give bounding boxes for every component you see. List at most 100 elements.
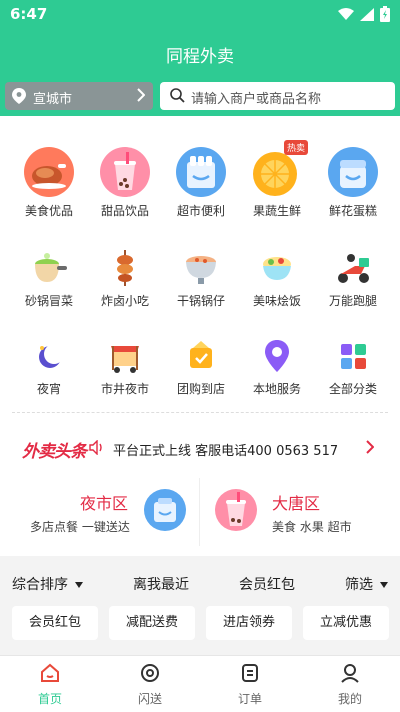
bubble-tea-icon — [215, 489, 257, 531]
tab-orders[interactable]: 订单 — [220, 662, 280, 707]
app-header: 6:47 同程外卖 宣城市 请输入商户或商品名称 — [0, 0, 400, 116]
category-item-claypot[interactable]: 砂锅冒菜 — [11, 248, 87, 309]
category-item-fruit[interactable]: 果蔬生鲜 热卖 — [239, 140, 315, 219]
chevron-right-icon — [137, 88, 145, 102]
city-name: 宣城市 — [33, 92, 73, 107]
tab-label: 首页 — [37, 692, 62, 706]
promo-subtitle: 美食 水果 超市 — [272, 520, 352, 534]
bubble-tea-icon — [100, 147, 150, 197]
tab-profile[interactable]: 我的 — [320, 662, 380, 707]
dry-pot-icon — [186, 256, 216, 284]
category-label: 超市便利 — [176, 204, 225, 218]
search-input[interactable]: 请输入商户或商品名称 — [160, 82, 395, 110]
category-item-rice[interactable]: 美味烩饭 — [239, 248, 315, 309]
category-label: 果蔬生鲜 — [252, 204, 301, 218]
category-label: 夜宵 — [36, 382, 61, 396]
category-item-errand[interactable]: 万能跑腿 — [315, 248, 391, 309]
category-label: 炸卤小吃 — [100, 294, 149, 308]
promo-night-market[interactable]: 夜市区 多店点餐 一键送达 — [0, 474, 200, 552]
grid-icon — [341, 344, 366, 369]
supermarket-icon — [176, 147, 226, 197]
category-label: 鲜花蛋糕 — [328, 204, 377, 218]
profile-icon — [341, 664, 359, 683]
order-icon — [242, 664, 258, 682]
skewer-icon — [117, 250, 133, 286]
sort-nearest[interactable]: 离我最近 — [133, 574, 189, 594]
shopping-bag-icon — [144, 489, 186, 531]
category-item-supermarket[interactable]: 超市便利 — [163, 146, 239, 219]
tab-flash-delivery[interactable]: 闪送 — [120, 662, 180, 707]
sort-label: 综合排序 — [12, 577, 68, 593]
promo-title: 夜市区 — [80, 494, 129, 513]
category-item-all[interactable]: 全部分类 — [315, 336, 391, 397]
news-ticker[interactable]: 外卖头条 平台正式上线 客服电话400 0563 517 — [0, 429, 400, 469]
bottom-tab-bar: 首页 闪送 订单 我的 — [0, 655, 400, 712]
category-label: 甜品饮品 — [100, 204, 149, 218]
wifi-icon — [338, 8, 354, 20]
category-item-fried[interactable]: 炸卤小吃 — [87, 248, 163, 309]
battery-icon — [380, 6, 390, 22]
promo-datang[interactable]: 大唐区 美食 水果 超市 — [200, 474, 400, 552]
filter-label: 筛选 — [345, 577, 373, 593]
status-time: 6:47 — [10, 5, 48, 23]
category-item-nightsnack[interactable]: 夜宵 — [11, 336, 87, 397]
chip-store-coupon[interactable]: 进店领券 — [206, 606, 292, 640]
search-placeholder: 请输入商户或商品名称 — [191, 92, 322, 107]
promo-title: 大唐区 — [272, 494, 321, 513]
category-item-cake[interactable]: 鲜花蛋糕 — [315, 146, 391, 219]
news-brand-logo: 外卖头条 — [22, 442, 87, 462]
category-item-food[interactable]: 美食优品 — [11, 146, 87, 219]
category-label: 万能跑腿 — [328, 294, 377, 308]
tab-home[interactable]: 首页 — [20, 662, 80, 707]
chip-reduced-delivery[interactable]: 减配送费 — [109, 606, 195, 640]
group-buy-icon — [190, 341, 212, 368]
market-stall-icon — [111, 346, 139, 373]
search-icon — [170, 88, 185, 103]
category-item-groupbuy[interactable]: 团购到店 — [163, 336, 239, 397]
category-label: 全部分类 — [328, 382, 377, 396]
category-label: 美食优品 — [24, 204, 73, 218]
chip-instant-discount[interactable]: 立减优惠 — [303, 606, 389, 640]
signal-icon — [360, 7, 374, 21]
category-label: 美味烩饭 — [252, 294, 301, 308]
location-pin-icon — [12, 88, 26, 104]
moon-icon — [39, 344, 64, 368]
tab-label: 我的 — [337, 692, 362, 706]
news-message: 平台正式上线 客服电话400 0563 517 — [113, 444, 339, 459]
tab-label: 闪送 — [137, 692, 162, 706]
sort-member-redpacket[interactable]: 会员红包 — [239, 574, 295, 594]
dashed-divider — [12, 412, 388, 413]
category-item-dessert[interactable]: 甜品饮品 — [87, 146, 163, 219]
rice-bowl-icon — [263, 257, 291, 280]
category-card: 美食优品 甜品饮品 超市便利 果蔬生鲜 热卖 鲜花蛋糕 砂锅冒菜 炸卤小吃 干锅… — [0, 116, 400, 556]
cake-icon — [328, 147, 378, 197]
tab-label: 订单 — [237, 692, 262, 706]
promo-subtitle: 多店点餐 一键送达 — [30, 520, 130, 534]
category-label: 市井夜市 — [100, 382, 149, 396]
roast-chicken-icon — [24, 147, 74, 197]
status-bar: 6:47 — [0, 0, 400, 28]
flash-delivery-icon — [141, 664, 159, 682]
speaker-icon — [89, 440, 102, 455]
chip-member-redpacket[interactable]: 会员红包 — [12, 606, 98, 640]
city-selector[interactable]: 宣城市 — [5, 82, 153, 110]
filter-button[interactable]: 筛选 — [345, 574, 389, 594]
caret-down-icon — [380, 582, 389, 588]
category-item-localservice[interactable]: 本地服务 — [239, 336, 315, 397]
home-icon — [41, 663, 59, 682]
category-item-drypot[interactable]: 干锅锅仔 — [163, 248, 239, 309]
sort-filter-bar: 综合排序 离我最近 会员红包 筛选 会员红包 减配送费 进店领券 立减优惠 — [0, 561, 400, 651]
hot-badge: 热卖 — [284, 140, 309, 155]
chevron-right-icon — [366, 440, 374, 454]
category-label: 干锅锅仔 — [176, 294, 225, 308]
location-pin-icon — [265, 340, 289, 372]
clay-pot-icon — [35, 253, 67, 282]
category-label: 本地服务 — [252, 382, 301, 396]
category-label: 砂锅冒菜 — [24, 294, 73, 308]
category-item-nightmarket[interactable]: 市井夜市 — [87, 336, 163, 397]
sort-comprehensive[interactable]: 综合排序 — [12, 574, 84, 594]
delivery-scooter-icon — [338, 254, 369, 283]
caret-down-icon — [75, 582, 84, 588]
category-label: 团购到店 — [176, 382, 225, 396]
page-title: 同程外卖 — [166, 47, 234, 67]
